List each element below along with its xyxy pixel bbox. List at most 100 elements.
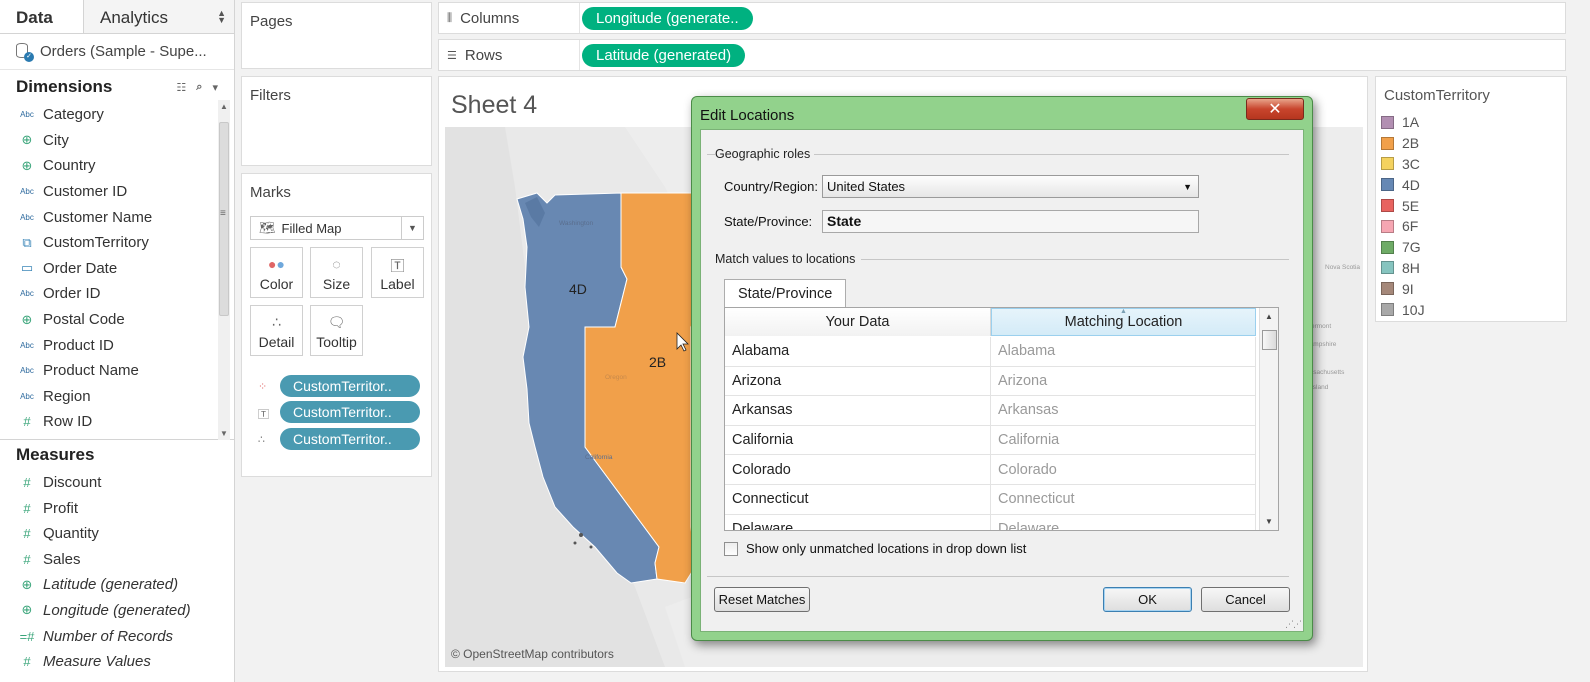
legend-item[interactable]: 4D (1376, 174, 1566, 195)
matching-location-cell[interactable]: Connecticut (991, 485, 1256, 514)
columns-shelf[interactable]: ⫼ Columns Longitude (generate.. (438, 2, 1566, 34)
view-list-icon[interactable]: ☷ (176, 81, 186, 94)
dimensions-scrollbar[interactable]: ▲ ≡ ▼ (218, 100, 230, 440)
field-item[interactable]: Abc Product ID (0, 332, 234, 358)
field-item[interactable]: Abc Region (0, 384, 234, 410)
field-item[interactable]: ⧉ CustomTerritory (0, 230, 234, 256)
detail-pill[interactable]: CustomTerritor.. (280, 428, 420, 450)
country-select[interactable]: United States ▼ (822, 175, 1199, 198)
matching-location-cell[interactable]: California (991, 425, 1256, 455)
filters-card[interactable]: Filters (241, 76, 432, 166)
legend-item[interactable]: 7G (1376, 237, 1566, 258)
field-item[interactable]: Abc Category (0, 102, 234, 128)
resize-grip-icon[interactable]: ⋰⋰ (1285, 619, 1302, 630)
legend-item[interactable]: 3C (1376, 154, 1566, 175)
col-your-data[interactable]: Your Data (725, 308, 991, 336)
field-item[interactable]: # Row ID (0, 409, 234, 435)
legend-item[interactable]: 1A (1376, 112, 1566, 133)
grid-row[interactable]: Delaware Delaware (725, 514, 1256, 530)
scroll-thumb[interactable] (219, 122, 229, 316)
legend-item[interactable]: 10J (1376, 299, 1566, 320)
latitude-pill[interactable]: Latitude (generated) (582, 43, 746, 67)
matching-location-cell[interactable]: Colorado (991, 455, 1256, 484)
col-matching-location[interactable]: ▲ Matching Location (991, 308, 1256, 336)
rows-shelf[interactable]: ☰ Rows Latitude (generated) (438, 39, 1566, 71)
field-item[interactable]: ▭ Order Date (0, 256, 234, 282)
field-item[interactable]: ⊕ Latitude (generated) (0, 572, 234, 598)
label-pill[interactable]: CustomTerritor.. (280, 401, 420, 423)
matching-location-cell[interactable]: Arkansas (991, 396, 1256, 425)
scroll-down-icon[interactable]: ▼ (220, 429, 228, 438)
field-item[interactable]: Abc Customer ID (0, 179, 234, 205)
legend-item[interactable]: 8H (1376, 258, 1566, 279)
close-icon: ✕ (1268, 101, 1282, 118)
legend-item[interactable]: 5E (1376, 195, 1566, 216)
legend-swatch (1381, 136, 1394, 150)
field-item[interactable]: ⊕ Postal Code (0, 307, 234, 333)
legend-item[interactable]: 2B (1376, 133, 1566, 154)
grid-row[interactable]: Colorado Colorado (725, 455, 1256, 485)
chevron-down-icon[interactable]: ▾ (212, 81, 218, 94)
scroll-down-icon[interactable]: ▼ (1265, 517, 1273, 526)
field-item[interactable]: ⊕ Country (0, 153, 234, 179)
field-label: Quantity (43, 525, 99, 543)
matching-location-cell[interactable]: Arizona (991, 366, 1256, 396)
grid-row[interactable]: Arizona Arizona (725, 366, 1256, 397)
field-item[interactable]: # Sales (0, 547, 234, 573)
color-button[interactable]: ●● Color (250, 247, 303, 298)
field-label: Number of Records (43, 627, 174, 645)
unmatched-checkbox-label[interactable]: Show only unmatched locations in drop do… (746, 541, 1026, 556)
string-type-icon: Abc (20, 366, 34, 376)
legend-label: 10J (1402, 301, 1425, 318)
map-attribution[interactable]: © OpenStreetMap contributors (451, 647, 614, 661)
close-button[interactable]: ✕ (1246, 98, 1304, 120)
legend-title: CustomTerritory (1384, 87, 1490, 104)
reset-matches-button[interactable]: Reset Matches (714, 587, 810, 612)
grid-row[interactable]: California California (725, 425, 1256, 456)
label-button[interactable]: 🅃 Label (371, 247, 424, 298)
filters-title: Filters (250, 87, 291, 104)
color-pill[interactable]: CustomTerritor.. (280, 375, 420, 397)
legend-label: 6F (1402, 218, 1419, 235)
tab-data[interactable]: Data (0, 0, 84, 33)
search-icon[interactable]: ⌕ (196, 81, 202, 94)
field-item[interactable]: # Measure Values (0, 649, 234, 675)
detail-button[interactable]: ∴ Detail (250, 305, 303, 356)
scroll-up-icon[interactable]: ▲ (220, 102, 228, 111)
matching-location-cell[interactable]: Alabama (991, 337, 1256, 366)
mark-type-dropdown[interactable]: 🗺 Filled Map ▼ (250, 216, 424, 240)
grid-row[interactable]: Arkansas Arkansas (725, 396, 1256, 426)
tab-state-province[interactable]: State/Province (724, 279, 847, 308)
tooltip-button[interactable]: 🗨 Tooltip (310, 305, 363, 356)
longitude-pill[interactable]: Longitude (generate.. (582, 6, 753, 30)
sort-icon: ▲ (1120, 308, 1127, 315)
field-item[interactable]: # Profit (0, 495, 234, 521)
pages-card[interactable]: Pages (241, 2, 432, 69)
field-item[interactable]: # Discount (0, 470, 234, 496)
territory-label-4d: 4D (569, 281, 587, 297)
size-button[interactable]: ◌ Size (310, 247, 363, 298)
grid-row[interactable]: Connecticut Connecticut (725, 485, 1256, 515)
field-item[interactable]: Abc Customer Name (0, 204, 234, 230)
tab-analytics[interactable]: Analytics ▲ ▼ (84, 0, 234, 33)
matching-location-cell[interactable]: Delaware (991, 514, 1256, 530)
ok-button[interactable]: OK (1103, 587, 1192, 612)
datasource-item[interactable]: ✓ Orders (Sample - Supe... (0, 34, 234, 70)
state-field[interactable]: State (822, 210, 1199, 233)
grid-scrollbar[interactable]: ▲ ▼ (1259, 308, 1278, 530)
unmatched-checkbox[interactable] (724, 542, 738, 556)
legend-item[interactable]: 9I (1376, 278, 1566, 299)
field-item[interactable]: Abc Order ID (0, 281, 234, 307)
text-icon: 🅃 (390, 258, 405, 274)
cancel-button[interactable]: Cancel (1201, 587, 1290, 612)
scroll-up-icon[interactable]: ▲ (1265, 312, 1273, 321)
scroll-thumb[interactable] (1262, 330, 1277, 350)
legend-item[interactable]: 6F (1376, 216, 1566, 237)
field-item[interactable]: =# Number of Records (0, 623, 234, 649)
field-item[interactable]: Abc Product Name (0, 358, 234, 384)
sheet-title[interactable]: Sheet 4 (451, 91, 537, 120)
field-item[interactable]: # Quantity (0, 521, 234, 547)
field-item[interactable]: ⊕ Longitude (generated) (0, 598, 234, 624)
field-item[interactable]: ⊕ City (0, 128, 234, 154)
grid-row[interactable]: Alabama Alabama (725, 337, 1256, 367)
